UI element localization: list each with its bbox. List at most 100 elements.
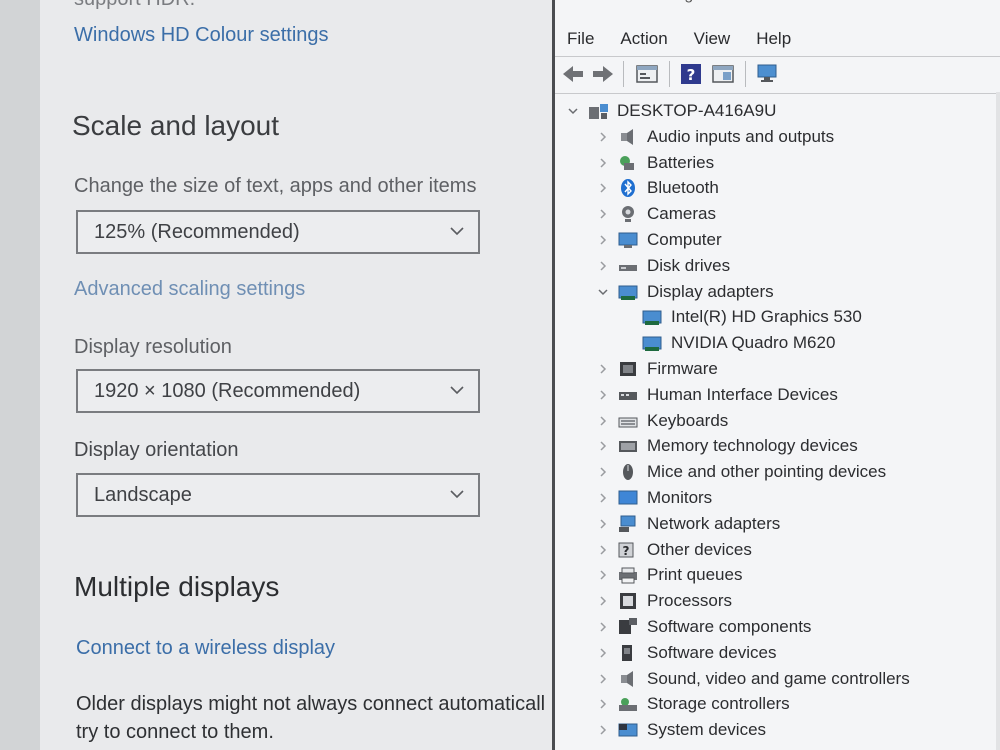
tree-item-label: Human Interface Devices [647, 384, 838, 404]
mouse-icon [623, 464, 633, 481]
expand-chevron-icon[interactable] [595, 155, 611, 171]
chevron-down-icon [450, 490, 464, 499]
tree-category[interactable]: Network adapters [595, 512, 780, 536]
expand-chevron-icon[interactable] [595, 671, 611, 687]
storage-icon [619, 698, 637, 712]
expand-chevron-icon[interactable] [595, 722, 611, 738]
tree-item-label: Mice and other pointing devices [647, 462, 887, 482]
expand-chevron-icon[interactable] [595, 490, 611, 506]
settings-nav-strip [0, 0, 40, 750]
chevron-down-icon [450, 386, 464, 395]
menu-help[interactable]: Help [756, 29, 791, 49]
memory-icon [619, 441, 637, 453]
system-devices-icon [618, 723, 638, 737]
tree-category[interactable]: System devices [595, 718, 766, 742]
collapse-chevron-icon[interactable] [565, 103, 581, 119]
scale-layout-heading: Scale and layout [72, 110, 280, 141]
expand-chevron-icon[interactable] [595, 206, 611, 222]
scale-dropdown-value: 125% (Recommended) [94, 220, 300, 243]
processor-icon [620, 593, 636, 610]
tree-category[interactable]: Sound, video and game controllers [595, 667, 910, 691]
expand-chevron-icon[interactable] [595, 180, 611, 196]
tree-item-label: Audio inputs and outputs [647, 126, 835, 146]
tree-category[interactable]: Computer [595, 228, 722, 252]
tree-category[interactable]: Audio inputs and outputs [595, 125, 834, 149]
expand-chevron-icon[interactable] [595, 438, 611, 454]
network-icon [619, 515, 636, 532]
monitor-icon [618, 490, 638, 505]
tree-category[interactable]: Keyboards [595, 409, 728, 433]
expand-chevron-icon[interactable] [595, 361, 611, 377]
tree-item-label: Network adapters [647, 513, 781, 533]
tree-category[interactable]: Software components [595, 615, 811, 639]
expand-chevron-icon[interactable] [595, 387, 611, 403]
tree-category[interactable]: Software devices [595, 641, 776, 665]
device-manager-window: Device Manager File Action View Help ? D… [552, 0, 1000, 750]
tree-item-label: Software components [647, 617, 812, 636]
tree-category[interactable]: Cameras [595, 202, 716, 226]
expand-chevron-icon[interactable] [595, 232, 611, 248]
tree-category[interactable]: Processors [595, 589, 732, 613]
forward-arrow-icon[interactable] [591, 63, 615, 85]
windows-hd-colour-link[interactable]: Windows HD Colour settings [74, 24, 329, 47]
disk-drive-icon [619, 264, 637, 271]
tree-category[interactable]: Disk drives [595, 254, 730, 278]
battery-icon [620, 155, 634, 170]
printer-icon [619, 567, 637, 584]
expand-chevron-icon[interactable] [595, 619, 611, 635]
tree-device[interactable]: Intel(R) HD Graphics 530 [641, 305, 862, 329]
resolution-dropdown[interactable]: 1920 × 1080 (Recommended) [76, 369, 480, 413]
multiple-displays-heading: Multiple displays [74, 571, 280, 602]
scan-hardware-icon[interactable] [755, 63, 779, 85]
older-displays-text-line2: try to connect to them. [76, 721, 274, 743]
back-arrow-icon[interactable] [561, 63, 585, 85]
tree-category[interactable]: Print queues [595, 563, 742, 587]
menu-view[interactable]: View [694, 29, 731, 49]
chevron-down-icon [450, 227, 464, 236]
expand-chevron-icon[interactable] [595, 567, 611, 583]
scale-dropdown[interactable]: 125% (Recommended) [76, 210, 480, 254]
display-adapter-icon [642, 310, 662, 326]
update-driver-icon[interactable] [711, 63, 735, 85]
advanced-scaling-link[interactable]: Advanced scaling settings [74, 278, 305, 301]
orientation-dropdown-value: Landscape [94, 483, 192, 506]
menu-file[interactable]: File [567, 29, 594, 49]
expand-chevron-icon[interactable] [595, 413, 611, 429]
menu-action[interactable]: Action [620, 29, 667, 49]
expand-chevron-icon[interactable] [595, 516, 611, 532]
expand-chevron-icon[interactable] [595, 593, 611, 609]
tree-category[interactable]: ? Other devices [595, 538, 752, 562]
expand-chevron-icon[interactable] [595, 542, 611, 558]
tree-root-computer[interactable]: DESKTOP-A416A9U [565, 99, 776, 123]
help-icon[interactable]: ? [679, 63, 703, 85]
tree-item-label: Intel(R) HD Graphics 530 [671, 307, 862, 327]
tree-item-label: Sound, video and game controllers [647, 668, 910, 688]
tree-category[interactable]: Firmware [595, 357, 718, 381]
collapse-chevron-icon[interactable] [595, 284, 611, 300]
tree-category[interactable]: Batteries [595, 151, 714, 175]
tree-category[interactable]: Storage controllers [595, 692, 790, 716]
orientation-dropdown[interactable]: Landscape [76, 473, 480, 517]
tree-category[interactable]: Display adapters [595, 280, 774, 304]
tree-device[interactable]: NVIDIA Quadro M620 [641, 331, 835, 355]
expand-chevron-icon[interactable] [595, 696, 611, 712]
tree-item-label: Display adapters [647, 281, 774, 301]
expand-chevron-icon[interactable] [595, 258, 611, 274]
hdr-note-text: support HDR. [74, 0, 195, 11]
scrollbar[interactable] [996, 92, 1000, 750]
tree-item-label: DESKTOP-A416A9U [617, 101, 777, 120]
tree-category[interactable]: Memory technology devices [595, 434, 858, 458]
tree-item-label: Software devices [647, 642, 777, 662]
tree-category[interactable]: Bluetooth [595, 176, 719, 200]
expand-chevron-icon[interactable] [595, 645, 611, 661]
properties-icon[interactable] [635, 63, 659, 85]
scale-label: Change the size of text, apps and other … [74, 175, 477, 197]
wireless-display-link[interactable]: Connect to a wireless display [76, 637, 335, 660]
tree-category[interactable]: Monitors [595, 486, 712, 510]
expand-chevron-icon[interactable] [595, 129, 611, 145]
tree-category[interactable]: Mice and other pointing devices [595, 460, 886, 484]
firmware-icon [620, 362, 636, 376]
tree-item-label: Keyboards [647, 410, 729, 430]
tree-category[interactable]: Human Interface Devices [595, 383, 838, 407]
expand-chevron-icon[interactable] [595, 464, 611, 480]
